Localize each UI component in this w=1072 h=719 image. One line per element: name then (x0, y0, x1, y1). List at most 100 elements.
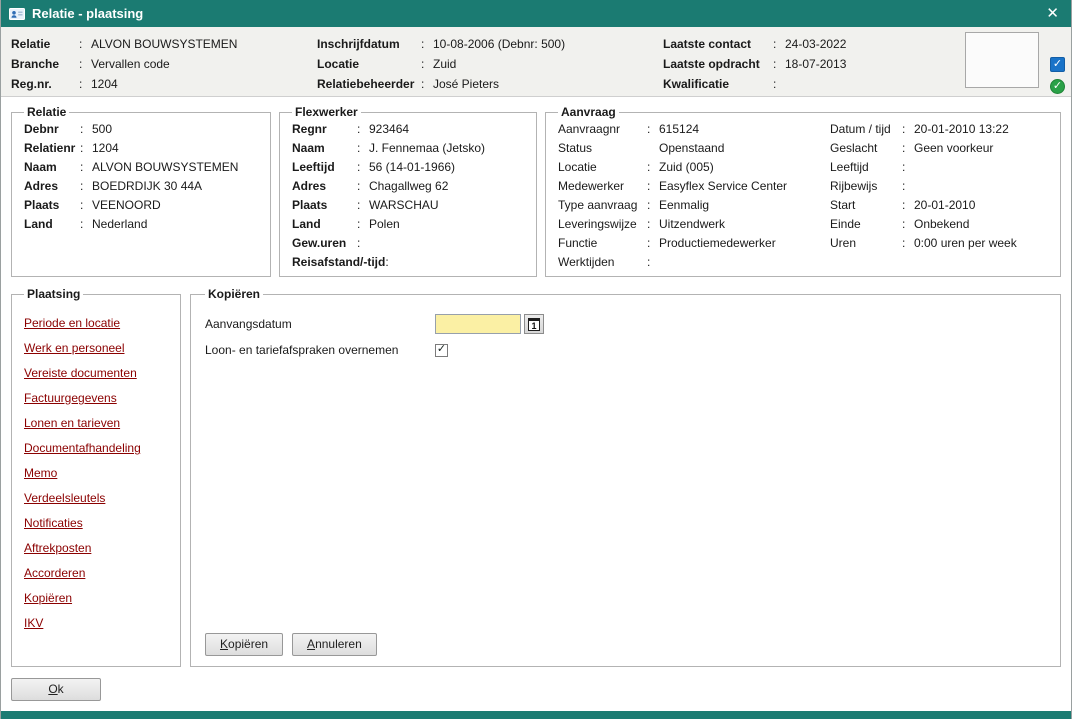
field-value: Geen voorkeur (914, 139, 993, 158)
field-separator: : (902, 196, 914, 215)
header-row: Relatie:ALVON BOUWSYSTEMEN (11, 34, 237, 54)
field-value: Polen (369, 215, 400, 234)
nav-link-documentafhandeling[interactable]: Documentafhandeling (24, 436, 168, 461)
close-icon[interactable]: ✕ (1044, 6, 1061, 21)
field-value: 0:00 uren per week (914, 234, 1017, 253)
field-label: Adres (24, 177, 80, 196)
field-row: Naam:J. Fennemaa (Jetsko) (292, 139, 524, 158)
header-row: Laatste contact:24-03-2022 (663, 34, 846, 54)
relation-card-icon (9, 7, 25, 21)
field-separator: : (79, 54, 91, 74)
header-column-registration: Inschrijfdatum:10-08-2006 (Debnr: 500) L… (317, 34, 565, 94)
field-separator: : (80, 177, 92, 196)
aanvangsdatum-input[interactable] (435, 314, 521, 334)
field-separator: : (647, 177, 659, 196)
field-separator: : (357, 177, 369, 196)
field-label: Inschrijfdatum (317, 34, 421, 54)
header-column-relation: Relatie:ALVON BOUWSYSTEMEN Branche:Verva… (11, 34, 237, 94)
aanvraag-right-column: Datum / tijd:20-01-2010 13:22 Geslacht:G… (830, 120, 1048, 272)
field-label: Medewerker (558, 177, 647, 196)
field-row: Leeftijd: (830, 158, 1048, 177)
field-row: Locatie:Zuid (005) (558, 158, 830, 177)
field-separator: : (421, 74, 433, 94)
field-separator: : (79, 34, 91, 54)
nav-link-lonen-en-tarieven[interactable]: Lonen en tarieven (24, 411, 168, 436)
field-label: Laatste opdracht (663, 54, 773, 74)
field-label: Leeftijd (292, 158, 357, 177)
field-value: 10-08-2006 (Debnr: 500) (433, 34, 565, 54)
field-separator: : (357, 196, 369, 215)
field-label: Naam (292, 139, 357, 158)
field-separator (647, 139, 659, 158)
field-label: Einde (830, 215, 902, 234)
field-value: 56 (14-01-1966) (369, 158, 455, 177)
photo-placeholder (965, 32, 1039, 88)
field-label: Debnr (24, 120, 80, 139)
field-label: Relatie (11, 34, 79, 54)
overnemen-checkbox[interactable]: ✓ (435, 344, 448, 357)
field-value: BOEDRDIJK 30 44A (92, 177, 202, 196)
checkmark-icon: ✓ (437, 344, 446, 355)
calendar-picker-button[interactable]: 1 (524, 314, 544, 334)
top-panels: Relatie Debnr:500 Relatienr:1204 Naam:AL… (1, 97, 1071, 277)
green-status-icon: ✓ (1050, 79, 1065, 94)
field-separator: : (647, 158, 659, 177)
field-separator: : (80, 196, 92, 215)
field-row: Leeftijd:56 (14-01-1966) (292, 158, 524, 177)
field-label: Plaats (24, 196, 80, 215)
field-value: Openstaand (659, 139, 724, 158)
nav-link-factuurgegevens[interactable]: Factuurgegevens (24, 386, 168, 411)
nav-link-periode-en-locatie[interactable]: Periode en locatie (24, 311, 168, 336)
nav-link-vereiste-documenten[interactable]: Vereiste documenten (24, 361, 168, 386)
footer: Ok (1, 667, 1071, 701)
field-separator: : (357, 139, 369, 158)
nav-link-werk-en-personeel[interactable]: Werk en personeel (24, 336, 168, 361)
field-label: Rijbewijs (830, 177, 902, 196)
field-separator: : (647, 234, 659, 253)
field-label: Plaats (292, 196, 357, 215)
header-column-contact: Laatste contact:24-03-2022 Laatste opdra… (663, 34, 846, 94)
header-row: Laatste opdracht:18-07-2013 (663, 54, 846, 74)
field-value: ALVON BOUWSYSTEMEN (92, 158, 238, 177)
ok-button[interactable]: Ok (11, 678, 101, 701)
field-row: Functie:Productiemedewerker (558, 234, 830, 253)
nav-link-kopieren[interactable]: Kopiëren (24, 586, 168, 611)
nav-link-aftrekposten[interactable]: Aftrekposten (24, 536, 168, 561)
field-separator: : (902, 120, 914, 139)
field-label: Aanvraagnr (558, 120, 647, 139)
field-row: Medewerker:Easyflex Service Center (558, 177, 830, 196)
field-value: 20-01-2010 13:22 (914, 120, 1009, 139)
field-separator: : (421, 54, 433, 74)
field-value: José Pieters (433, 74, 499, 94)
annuleren-button[interactable]: Annuleren (292, 633, 377, 656)
field-value: 500 (92, 120, 112, 139)
field-row: Einde:Onbekend (830, 215, 1048, 234)
field-value: 1204 (92, 139, 119, 158)
field-row: Naam:ALVON BOUWSYSTEMEN (24, 158, 258, 177)
relation-summary-header: Relatie:ALVON BOUWSYSTEMEN Branche:Verva… (1, 27, 1071, 97)
field-row: Relatienr:1204 (24, 139, 258, 158)
kopieren-button[interactable]: Kopiëren (205, 633, 283, 656)
nav-link-notificaties[interactable]: Notificaties (24, 511, 168, 536)
field-separator: : (421, 34, 433, 54)
field-separator: : (79, 74, 91, 94)
aanvangsdatum-row: Aanvangsdatum 1 (205, 314, 1048, 334)
header-row: Reg.nr.:1204 (11, 74, 237, 94)
field-label: Type aanvraag (558, 196, 647, 215)
nav-link-ikv[interactable]: IKV (24, 611, 168, 636)
nav-link-accorderen[interactable]: Accorderen (24, 561, 168, 586)
field-label: Functie (558, 234, 647, 253)
field-separator: : (357, 158, 369, 177)
field-separator: : (80, 120, 92, 139)
nav-link-memo[interactable]: Memo (24, 461, 168, 486)
field-value: J. Fennemaa (Jetsko) (369, 139, 485, 158)
middle-panels: Plaatsing Periode en locatie Werk en per… (1, 277, 1071, 667)
field-value: Chagallweg 62 (369, 177, 448, 196)
field-label: Status (558, 139, 647, 158)
field-separator: : (357, 120, 369, 139)
nav-link-verdeelsleutels[interactable]: Verdeelsleutels (24, 486, 168, 511)
field-label: Land (292, 215, 357, 234)
field-row: Status Openstaand (558, 139, 830, 158)
field-separator: : (80, 215, 92, 234)
blue-checkbox-icon[interactable]: ✓ (1050, 57, 1065, 72)
